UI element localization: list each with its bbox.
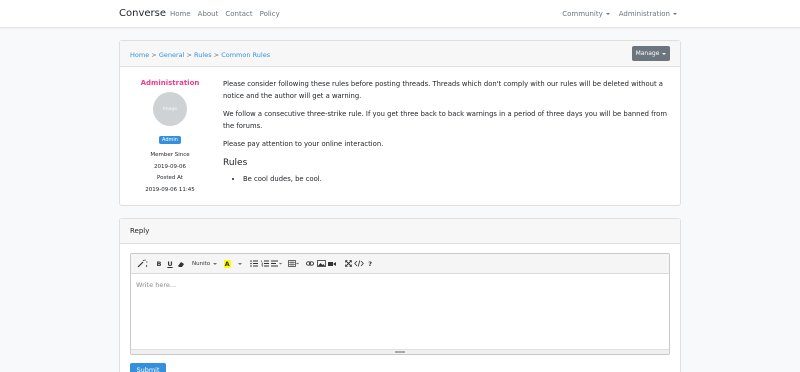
author-panel: Administration Image Admin Member Since … xyxy=(140,79,200,196)
nav-dropdown-community-label: Community xyxy=(562,10,603,18)
unordered-list-icon[interactable] xyxy=(249,257,259,271)
nav-links: Home About Contact Policy xyxy=(170,10,280,18)
rules-list: Be cool dudes, be cool. xyxy=(243,174,668,186)
breadcrumb-separator: > xyxy=(186,51,192,59)
submit-button[interactable]: Submit xyxy=(130,363,166,372)
chevron-down-icon xyxy=(673,13,677,15)
help-icon[interactable]: ? xyxy=(365,257,375,271)
link-icon[interactable] xyxy=(305,257,315,271)
breadcrumb-rules[interactable]: Rules xyxy=(194,51,212,59)
breadcrumb-general[interactable]: General xyxy=(159,51,185,59)
code-view-icon[interactable] xyxy=(354,257,364,271)
chevron-down-icon xyxy=(605,13,610,15)
author-meta: Member Since 2019-09-06 Posted At 2019-0… xyxy=(140,150,200,196)
avatar: Image xyxy=(153,92,187,126)
thread-card: Home > General > Rules > Common Rules Ma… xyxy=(119,40,681,206)
editor-input[interactable]: Write here... xyxy=(136,281,176,289)
ordered-list-icon[interactable] xyxy=(260,257,270,271)
nav-dropdown-community[interactable]: Community xyxy=(562,10,610,18)
author-name[interactable]: Administration xyxy=(140,79,200,87)
eraser-icon[interactable] xyxy=(176,257,186,271)
table-icon[interactable] xyxy=(288,257,299,271)
grip-icon xyxy=(395,351,405,353)
chevron-down-icon xyxy=(662,52,667,55)
manage-button[interactable]: Manage xyxy=(632,46,670,61)
member-since-value: 2019-09-06 xyxy=(154,163,186,170)
nav-link-about[interactable]: About xyxy=(198,10,219,18)
manage-button-label: Manage xyxy=(635,50,660,57)
rich-text-editor: B U Nunito A ? Write here... xyxy=(130,253,670,355)
editor-toolbar: B U Nunito A ? xyxy=(131,254,669,274)
nav-link-policy[interactable]: Policy xyxy=(260,10,280,18)
posted-at-value: 2019-09-06 11:45 xyxy=(145,186,195,193)
breadcrumb-home[interactable]: Home xyxy=(130,51,149,59)
chevron-down-icon xyxy=(213,262,218,265)
breadcrumb-common-rules[interactable]: Common Rules xyxy=(221,51,270,59)
nav-link-home[interactable]: Home xyxy=(170,10,191,18)
posted-at-label: Posted At xyxy=(157,175,183,181)
navbar: Converse Home About Contact Policy Commu… xyxy=(0,0,800,28)
reply-card: Reply B U Nunito A ? Write here... Submi… xyxy=(119,218,681,372)
role-badge: Admin xyxy=(159,136,181,144)
picture-icon[interactable] xyxy=(316,257,326,271)
breadcrumb-separator: > xyxy=(213,51,220,59)
post-paragraph: We follow a consecutive three-strike rul… xyxy=(223,110,667,130)
breadcrumb: Home > General > Rules > Common Rules xyxy=(130,51,270,59)
video-icon[interactable] xyxy=(327,257,337,271)
post-body: Please consider following these rules be… xyxy=(223,79,668,185)
bold-icon[interactable]: B xyxy=(154,257,164,271)
magic-icon[interactable] xyxy=(137,257,148,271)
post-paragraph: Please consider following these rules be… xyxy=(223,80,663,100)
nav-dropdown-administration-label: Administration xyxy=(618,10,670,18)
font-family-select[interactable]: Nunito xyxy=(192,257,218,271)
rules-list-item: Be cool dudes, be cool. xyxy=(243,174,668,186)
font-family-value: Nunito xyxy=(192,260,211,267)
nav-dropdown-administration[interactable]: Administration xyxy=(619,10,677,18)
reply-card-header: Reply xyxy=(120,219,680,244)
breadcrumb-separator: > xyxy=(151,51,157,59)
nav-right: Community Administration xyxy=(562,10,677,18)
underline-icon[interactable]: U xyxy=(165,257,175,271)
editor-resize-handle[interactable] xyxy=(131,349,669,354)
nav-link-contact[interactable]: Contact xyxy=(225,10,252,18)
paragraph-align-icon[interactable] xyxy=(271,257,282,271)
thread-card-header: Home > General > Rules > Common Rules Ma… xyxy=(120,41,680,67)
brand-logo[interactable]: Converse xyxy=(119,8,166,19)
text-color-icon[interactable]: A xyxy=(222,257,232,271)
reply-title: Reply xyxy=(130,227,150,235)
member-since-label: Member Since xyxy=(150,152,190,158)
avatar-alt-text: Image xyxy=(162,106,178,112)
fullscreen-icon[interactable] xyxy=(343,257,353,271)
post-paragraph: Please pay attention to your online inte… xyxy=(223,140,384,149)
chevron-down-icon[interactable] xyxy=(233,257,243,271)
rules-heading: Rules xyxy=(223,157,248,168)
